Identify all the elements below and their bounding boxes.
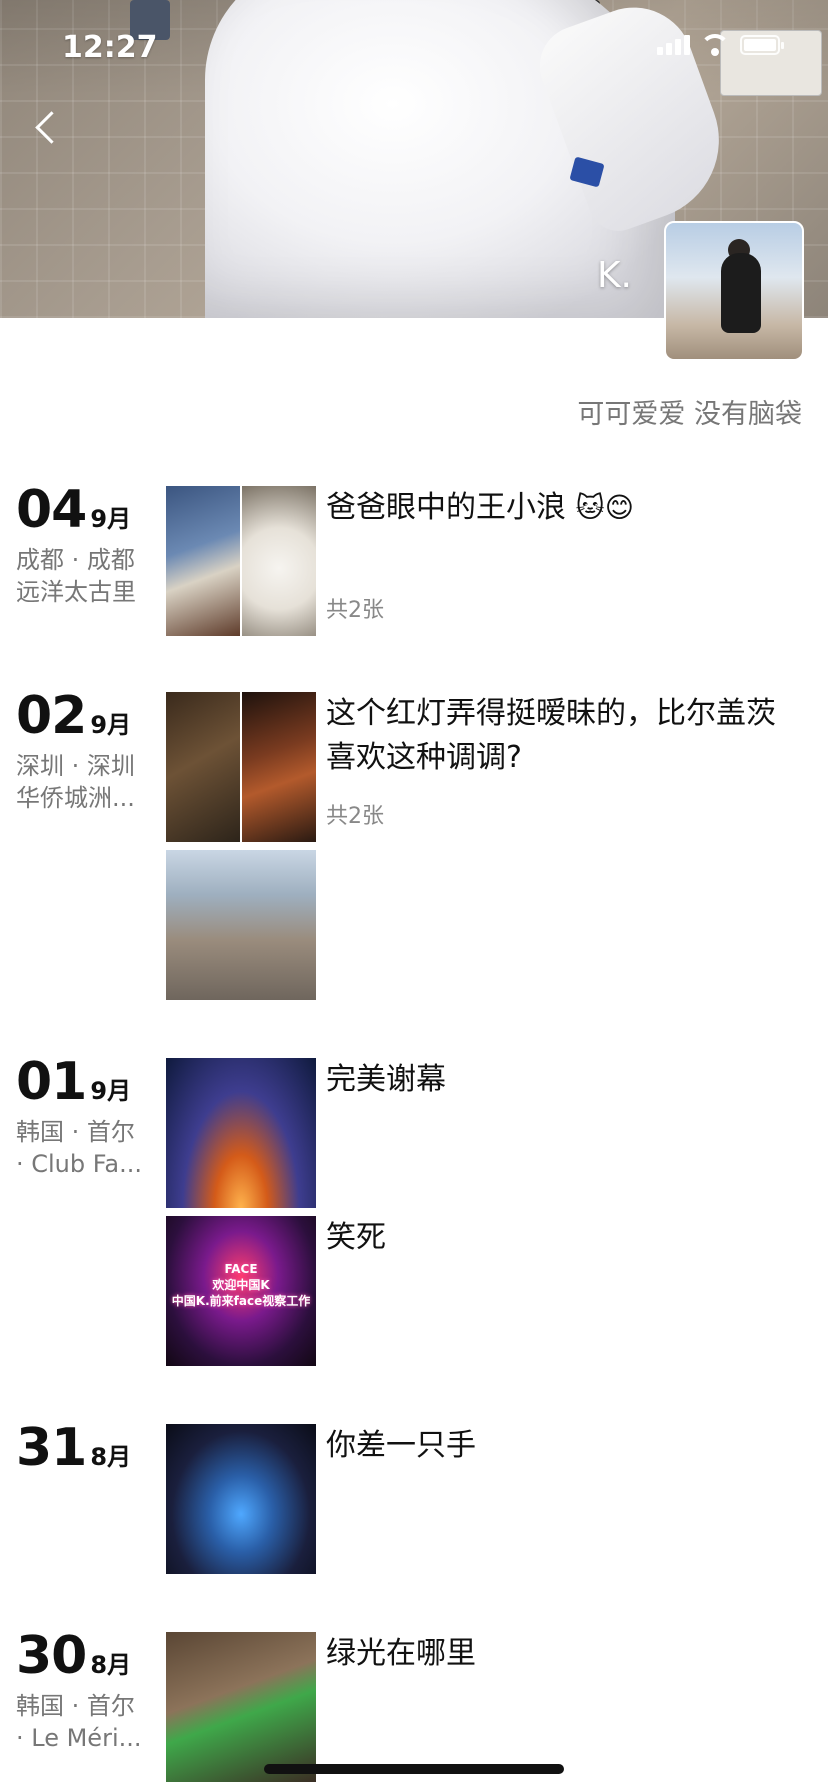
- post-item[interactable]: 完美谢幕: [166, 1058, 816, 1208]
- post-item[interactable]: [166, 850, 816, 1000]
- post-item[interactable]: 爸爸眼中的王小浪 🐱😊 共2张: [166, 486, 816, 636]
- post-month: 9月: [90, 711, 132, 739]
- post-item[interactable]: 这个红灯弄得挺暧昧的，比尔盖茨喜欢这种调调? 共2张: [166, 692, 816, 842]
- thumbnail-overlay-line: FACE: [224, 1262, 258, 1276]
- avatar-figure: [721, 253, 761, 333]
- post-location-line: 华侨城洲...: [16, 784, 135, 812]
- status-icons: [657, 34, 784, 56]
- battery-icon: [740, 35, 784, 55]
- post-date: 04 9月: [16, 480, 131, 540]
- post-location: 深圳 · 深圳 华侨城洲...: [16, 750, 152, 814]
- post-location-line: · Club Fa...: [16, 1150, 142, 1178]
- post-day: 04: [16, 480, 87, 540]
- post-month: 9月: [90, 505, 132, 533]
- post-location-line: 深圳 · 深圳: [16, 752, 135, 780]
- post-location: 韩国 · 首尔 · Le Méri...: [16, 1690, 152, 1754]
- post-caption: 你差一只手: [326, 1428, 476, 1463]
- thumbnail-overlay-text: FACE 欢迎中国K 中国K.前来face视察工作: [166, 1261, 316, 1309]
- post-location-line: 成都 · 成都: [16, 546, 135, 574]
- post-caption: 笑死: [326, 1220, 386, 1255]
- profile-nickname: K.: [596, 255, 632, 296]
- thumbnail-overlay-line: 欢迎中国K: [212, 1278, 270, 1292]
- post-location-line: 韩国 · 首尔: [16, 1692, 135, 1720]
- photo-count: 共2张: [326, 804, 384, 829]
- post-date: 30 8月: [16, 1626, 131, 1686]
- post-location-line: 远洋太古里: [16, 578, 136, 606]
- post-month: 9月: [90, 1077, 132, 1105]
- post-location: 韩国 · 首尔 · Club Fa...: [16, 1116, 152, 1180]
- post-thumbnail[interactable]: [242, 692, 316, 842]
- signal-icon: [657, 35, 690, 55]
- post-item[interactable]: 你差一只手: [166, 1424, 816, 1574]
- post-caption: 绿光在哪里: [326, 1636, 476, 1671]
- status-time: 12:27: [62, 30, 158, 65]
- post-location: 成都 · 成都 远洋太古里: [16, 544, 152, 608]
- post-thumbnail[interactable]: [166, 486, 240, 636]
- post-thumbnail[interactable]: [166, 692, 240, 842]
- post-thumbnail[interactable]: [166, 1424, 316, 1574]
- post-date: 01 9月: [16, 1052, 131, 1112]
- post-day: 01: [16, 1052, 87, 1112]
- post-thumbnail[interactable]: [166, 850, 316, 1000]
- wifi-icon: [700, 34, 730, 56]
- avatar[interactable]: [664, 221, 804, 361]
- post-caption-emoji: 🐱😊: [575, 491, 634, 524]
- profile-signature: 可可爱爱 没有脑袋: [577, 399, 802, 430]
- post-item[interactable]: 绿光在哪里: [166, 1632, 816, 1782]
- post-caption: 完美谢幕: [326, 1062, 446, 1097]
- post-day: 31: [16, 1418, 87, 1478]
- post-day: 02: [16, 686, 87, 746]
- post-thumbnail[interactable]: [242, 486, 316, 636]
- thumbnail-overlay-line: 中国K.前来face视察工作: [171, 1294, 311, 1308]
- post-thumbnail[interactable]: [166, 1632, 316, 1782]
- post-caption: 爸爸眼中的王小浪 🐱😊: [326, 486, 796, 530]
- post-date: 31 8月: [16, 1418, 131, 1478]
- post-item[interactable]: FACE 欢迎中国K 中国K.前来face视察工作 笑死: [166, 1216, 816, 1366]
- post-thumbnail[interactable]: [166, 1058, 316, 1208]
- post-day: 30: [16, 1626, 87, 1686]
- post-caption: 这个红灯弄得挺暧昧的，比尔盖茨喜欢这种调调?: [326, 696, 776, 775]
- post-month: 8月: [90, 1651, 132, 1679]
- home-indicator[interactable]: [264, 1764, 564, 1774]
- post-caption-text: 爸爸眼中的王小浪: [326, 490, 566, 525]
- post-location-line: 韩国 · 首尔: [16, 1118, 135, 1146]
- post-month: 8月: [90, 1443, 132, 1471]
- photo-count: 共2张: [326, 598, 384, 623]
- post-location-line: · Le Méri...: [16, 1724, 142, 1752]
- post-date: 02 9月: [16, 686, 131, 746]
- back-button[interactable]: [28, 108, 68, 148]
- post-thumbnail[interactable]: FACE 欢迎中国K 中国K.前来face视察工作: [166, 1216, 316, 1366]
